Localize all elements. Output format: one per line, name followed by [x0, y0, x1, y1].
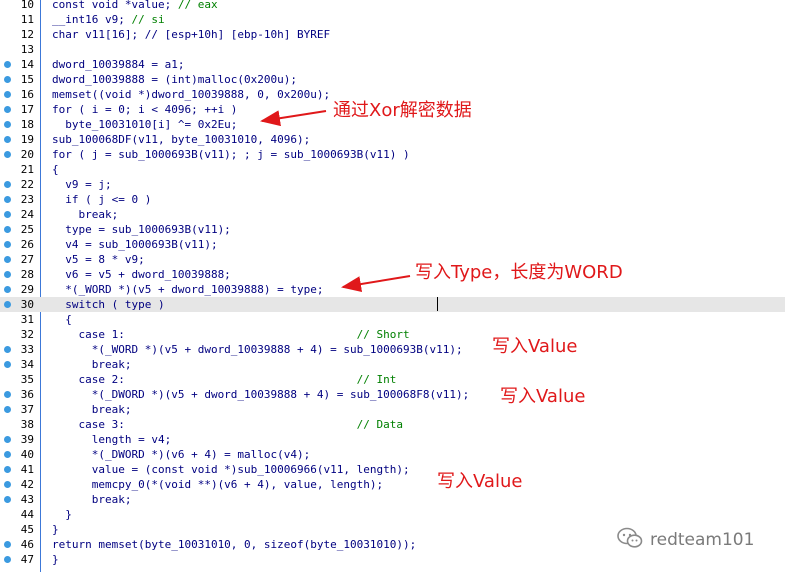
arrow-xor: [260, 110, 327, 127]
annotation-arrows: [260, 110, 411, 292]
watermark: redteam101: [616, 526, 754, 554]
wechat-icon: [616, 526, 644, 555]
annotation-write-value-1: 写入Value: [492, 336, 578, 357]
annotation-write-value-2: 写入Value: [500, 386, 586, 407]
annotation-write-type: 写入Type，长度为WORD: [415, 262, 623, 283]
arrow-type: [341, 275, 411, 292]
annotation-xor-decrypt: 通过Xor解密数据: [333, 100, 472, 121]
annotation-write-value-3: 写入Value: [437, 471, 523, 492]
watermark-text: redteam101: [650, 530, 755, 550]
